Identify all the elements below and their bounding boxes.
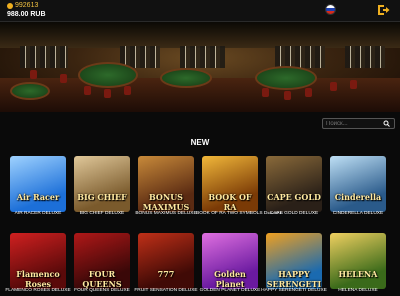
- game-logo: CAPE GOLD: [267, 192, 321, 202]
- game-tile[interactable]: Flamenco Roses: [10, 233, 66, 289]
- game-tile[interactable]: 777: [138, 233, 194, 289]
- game-tile[interactable]: CAPE GOLD: [266, 156, 322, 212]
- game-tile[interactable]: Air Racer: [10, 156, 66, 212]
- account-balance: 988.00 RUB: [7, 11, 46, 18]
- game-title[interactable]: GOLDEN PLANET DELUXE: [196, 288, 264, 293]
- russian-flag-icon[interactable]: [325, 4, 336, 15]
- game-tile[interactable]: FOUR QUEENS: [74, 233, 130, 289]
- game-logo: Cinderella: [334, 192, 382, 202]
- game-title[interactable]: CAPE GOLD DELUXE: [260, 211, 328, 216]
- game-logo: BONUS MAXIMUS: [142, 192, 190, 212]
- game-logo: FOUR QUEENS: [82, 269, 122, 289]
- section-title-new: NEW: [190, 138, 210, 147]
- game-title[interactable]: BOOK OF RA TWO SYMBOLS DELUXE: [196, 211, 283, 216]
- game-tile[interactable]: Cinderella: [330, 156, 386, 212]
- account-info: 992613 988.00 RUB: [7, 1, 46, 19]
- top-bar: 992613 988.00 RUB: [0, 0, 400, 22]
- game-logo: Flamenco Roses: [16, 269, 60, 289]
- game-logo: Air Racer: [16, 192, 60, 202]
- game-logo: HELENA: [338, 269, 378, 279]
- game-title[interactable]: CINDERELLA DELUXE: [324, 211, 392, 216]
- game-title[interactable]: AIR RACER DELUXE: [4, 211, 72, 216]
- game-logo: 777: [157, 269, 175, 279]
- game-title[interactable]: BONUS MAXIMUS DELUXE: [132, 211, 200, 216]
- game-tile[interactable]: BIG CHIEF: [74, 156, 130, 212]
- game-tile[interactable]: BOOK OF RA: [202, 156, 258, 212]
- search-icon[interactable]: [383, 120, 390, 127]
- game-tile[interactable]: Golden Planet: [202, 233, 258, 289]
- game-title[interactable]: FOUR QUEENS DELUXE: [68, 288, 136, 293]
- game-logo: Golden Planet: [214, 269, 246, 289]
- game-tile[interactable]: HAPPY SERENGETI: [266, 233, 322, 289]
- coin-icon: [7, 2, 13, 9]
- game-title[interactable]: BIG CHIEF DELUXE: [68, 211, 136, 216]
- game-logo: BIG CHIEF: [77, 192, 127, 202]
- logout-icon[interactable]: [377, 4, 390, 16]
- game-logo: BOOK OF RA: [208, 192, 252, 212]
- game-title[interactable]: HELENA DELUXE: [324, 288, 392, 293]
- game-title[interactable]: FLAMENCO ROSES DELUXE: [4, 288, 72, 293]
- game-title[interactable]: HAPPY SERENGETI DELUXE: [260, 288, 328, 293]
- game-tile[interactable]: BONUS MAXIMUS: [138, 156, 194, 212]
- game-tile[interactable]: HELENA: [330, 233, 386, 289]
- game-title[interactable]: FRUIT SENSATION DELUXE: [132, 288, 200, 293]
- account-id: 992613: [15, 2, 39, 9]
- game-logo: HAPPY SERENGETI: [266, 269, 322, 289]
- casino-hero-banner: [0, 22, 400, 112]
